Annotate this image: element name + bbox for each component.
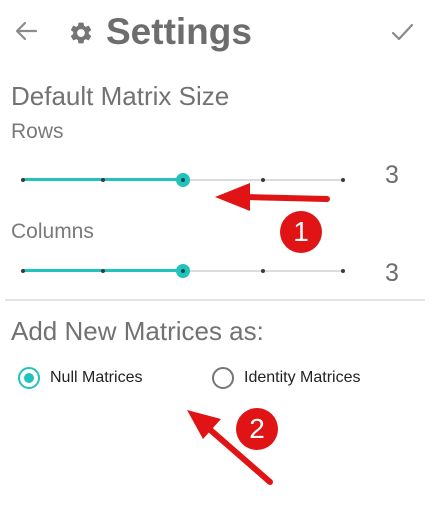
slider-step-dot (21, 178, 25, 182)
checkmark-icon (391, 23, 414, 41)
rows-value: 3 (385, 161, 399, 189)
radio-identity-matrices[interactable]: Identity Matrices (212, 364, 360, 392)
page-title: Settings (106, 11, 252, 52)
radio-label: Null Matrices (50, 369, 143, 386)
slider-step-dot (341, 178, 345, 182)
columns-slider[interactable] (18, 259, 348, 283)
slider-step-dot (261, 269, 265, 273)
back-button[interactable] (10, 16, 44, 46)
divider (5, 299, 425, 301)
annotation-badge-1: 1 (280, 211, 322, 253)
rows-label: Rows (11, 120, 64, 143)
slider-step-dot (21, 269, 25, 273)
add-matrices-heading: Add New Matrices as: (11, 316, 264, 346)
rows-slider[interactable] (18, 168, 348, 192)
radio-button[interactable] (18, 367, 40, 389)
radio-button[interactable] (212, 367, 234, 389)
gear-icon (68, 20, 94, 46)
slider-thumb[interactable] (176, 173, 190, 187)
slider-step-dot (101, 178, 105, 182)
annotation-badge-2: 2 (236, 408, 278, 450)
slider-step-dot (101, 269, 105, 273)
radio-null-matrices[interactable]: Null Matrices (18, 364, 142, 392)
slider-step-dot (261, 178, 265, 182)
slider-thumb[interactable] (176, 264, 190, 278)
annotation-arrows (187, 183, 330, 485)
slider-step-dot (341, 269, 345, 273)
columns-value: 3 (385, 259, 399, 287)
radio-label: Identity Matrices (244, 369, 361, 386)
matrix-size-heading: Default Matrix Size (11, 81, 230, 111)
columns-label: Columns (11, 220, 94, 243)
arrow-left-icon (15, 21, 38, 41)
confirm-button[interactable] (386, 16, 418, 48)
